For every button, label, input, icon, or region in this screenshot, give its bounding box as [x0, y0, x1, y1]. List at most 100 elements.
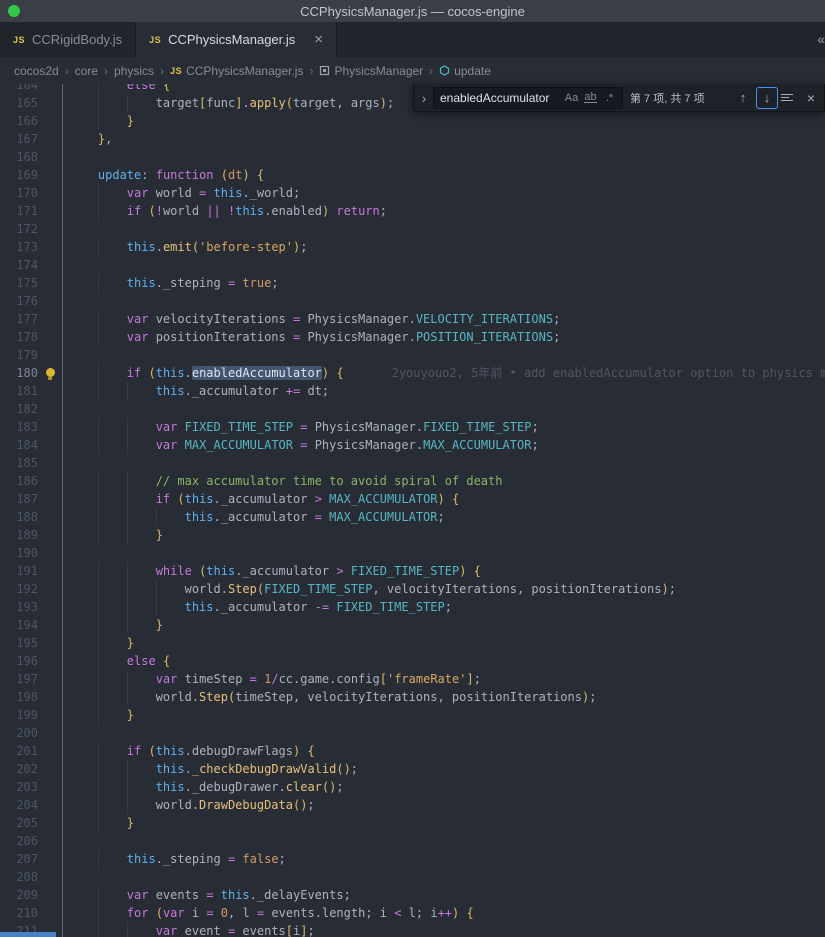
code-line[interactable]: 209 var events = this._delayEvents;: [0, 886, 825, 904]
line-number[interactable]: 193: [0, 598, 38, 616]
line-number[interactable]: 206: [0, 832, 38, 850]
line-number[interactable]: 182: [0, 400, 38, 418]
breadcrumb-item-method[interactable]: update: [439, 64, 491, 78]
code-line[interactable]: 173 this.emit('before-step');: [0, 238, 825, 256]
line-number[interactable]: 205: [0, 814, 38, 832]
tab-close-icon[interactable]: ×: [314, 32, 323, 47]
line-number[interactable]: 191: [0, 562, 38, 580]
line-number[interactable]: 194: [0, 616, 38, 634]
code-line[interactable]: 192 world.Step(FIXED_TIME_STEP, velocity…: [0, 580, 825, 598]
line-number[interactable]: 196: [0, 652, 38, 670]
code-line[interactable]: 203 this._debugDrawer.clear();: [0, 778, 825, 796]
match-case-toggle[interactable]: Aa: [562, 89, 581, 107]
code-line[interactable]: 188 this._accumulator = MAX_ACCUMULATOR;: [0, 508, 825, 526]
line-number[interactable]: 177: [0, 310, 38, 328]
line-number[interactable]: 178: [0, 328, 38, 346]
code-line[interactable]: 200: [0, 724, 825, 742]
line-number[interactable]: 172: [0, 220, 38, 238]
line-number[interactable]: 166: [0, 112, 38, 130]
code-line[interactable]: 182: [0, 400, 825, 418]
line-number[interactable]: 200: [0, 724, 38, 742]
find-next-button[interactable]: ↓: [756, 86, 778, 109]
line-number[interactable]: 210: [0, 904, 38, 922]
line-number[interactable]: 165: [0, 94, 38, 112]
code-line[interactable]: 171 if (!world || !this.enabled) return;: [0, 202, 825, 220]
code-line[interactable]: 190: [0, 544, 825, 562]
code-line[interactable]: 198 world.Step(timeStep, velocityIterati…: [0, 688, 825, 706]
line-number[interactable]: 208: [0, 868, 38, 886]
code-line[interactable]: 207 this._steping = false;: [0, 850, 825, 868]
line-number[interactable]: 195: [0, 634, 38, 652]
code-line[interactable]: 201 if (this.debugDrawFlags) {: [0, 742, 825, 760]
line-number[interactable]: 170: [0, 184, 38, 202]
code-line[interactable]: 204 world.DrawDebugData();: [0, 796, 825, 814]
code-line[interactable]: 179: [0, 346, 825, 364]
code-line[interactable]: 180 if (this.enabledAccumulator) {2youyo…: [0, 364, 825, 382]
line-number[interactable]: 180: [0, 364, 38, 382]
line-number[interactable]: 169: [0, 166, 38, 184]
code-line[interactable]: 185: [0, 454, 825, 472]
line-number[interactable]: 188: [0, 508, 38, 526]
find-close-icon[interactable]: ×: [802, 88, 820, 108]
code-line[interactable]: 184 var MAX_ACCUMULATOR = PhysicsManager…: [0, 436, 825, 454]
line-number[interactable]: 198: [0, 688, 38, 706]
code-line[interactable]: 174: [0, 256, 825, 274]
code-line[interactable]: 208: [0, 868, 825, 886]
breadcrumb-item-core[interactable]: core: [75, 64, 98, 78]
code-line[interactable]: 197 var timeStep = 1/cc.game.config['fra…: [0, 670, 825, 688]
code-line[interactable]: 170 var world = this._world;: [0, 184, 825, 202]
code-line[interactable]: 178 var positionIterations = PhysicsMana…: [0, 328, 825, 346]
line-number[interactable]: 171: [0, 202, 38, 220]
line-number[interactable]: 185: [0, 454, 38, 472]
code-line[interactable]: 210 for (var i = 0, l = events.length; i…: [0, 904, 825, 922]
code-line[interactable]: 169 update: function (dt) {: [0, 166, 825, 184]
code-line[interactable]: 199 }: [0, 706, 825, 724]
code-line[interactable]: 181 this._accumulator += dt;: [0, 382, 825, 400]
line-number[interactable]: 184: [0, 436, 38, 454]
code-line[interactable]: 211 var event = events[i];: [0, 922, 825, 937]
whole-word-toggle[interactable]: ab: [581, 89, 600, 107]
code-line[interactable]: 189 }: [0, 526, 825, 544]
lightbulb-icon[interactable]: [45, 367, 55, 380]
code-line[interactable]: 177 var velocityIterations = PhysicsMana…: [0, 310, 825, 328]
find-input[interactable]: [440, 90, 562, 105]
line-number[interactable]: 203: [0, 778, 38, 796]
code-line[interactable]: 168: [0, 148, 825, 166]
code-line[interactable]: 167 },: [0, 130, 825, 148]
code-line[interactable]: 195 }: [0, 634, 825, 652]
tab-ccphysicsmanager[interactable]: JS CCPhysicsManager.js ×: [136, 22, 338, 57]
line-number[interactable]: 183: [0, 418, 38, 436]
traffic-light-green[interactable]: [8, 5, 20, 17]
breadcrumb-item-file[interactable]: JS CCPhysicsManager.js: [170, 64, 303, 78]
code-line[interactable]: 196 else {: [0, 652, 825, 670]
line-number[interactable]: 164: [0, 84, 38, 94]
code-line[interactable]: 194 }: [0, 616, 825, 634]
code-line[interactable]: 183 var FIXED_TIME_STEP = PhysicsManager…: [0, 418, 825, 436]
code-line[interactable]: 175 this._steping = true;: [0, 274, 825, 292]
code-line[interactable]: 202 this._checkDebugDrawValid();: [0, 760, 825, 778]
code-line[interactable]: 186 // max accumulator time to avoid spi…: [0, 472, 825, 490]
line-number[interactable]: 209: [0, 886, 38, 904]
line-number[interactable]: 201: [0, 742, 38, 760]
line-number[interactable]: 207: [0, 850, 38, 868]
line-number[interactable]: 187: [0, 490, 38, 508]
breadcrumb-item-cocos2d[interactable]: cocos2d: [14, 64, 59, 78]
breadcrumb-item-class[interactable]: PhysicsManager: [319, 64, 423, 78]
line-number[interactable]: 181: [0, 382, 38, 400]
code-line[interactable]: 176: [0, 292, 825, 310]
line-number[interactable]: 190: [0, 544, 38, 562]
line-number[interactable]: 168: [0, 148, 38, 166]
tab-ccrigidbody[interactable]: JS CCRigidBody.js: [0, 22, 137, 57]
code-line[interactable]: 166 }: [0, 112, 825, 130]
code-line[interactable]: 193 this._accumulator -= FIXED_TIME_STEP…: [0, 598, 825, 616]
line-number[interactable]: 186: [0, 472, 38, 490]
code-line[interactable]: 172: [0, 220, 825, 238]
line-number[interactable]: 202: [0, 760, 38, 778]
line-number[interactable]: 175: [0, 274, 38, 292]
line-number[interactable]: 176: [0, 292, 38, 310]
find-previous-button[interactable]: ↑: [733, 88, 753, 108]
line-number[interactable]: 167: [0, 130, 38, 148]
breadcrumb-item-physics[interactable]: physics: [114, 64, 154, 78]
line-number[interactable]: 204: [0, 796, 38, 814]
regex-toggle[interactable]: .*: [600, 89, 619, 107]
